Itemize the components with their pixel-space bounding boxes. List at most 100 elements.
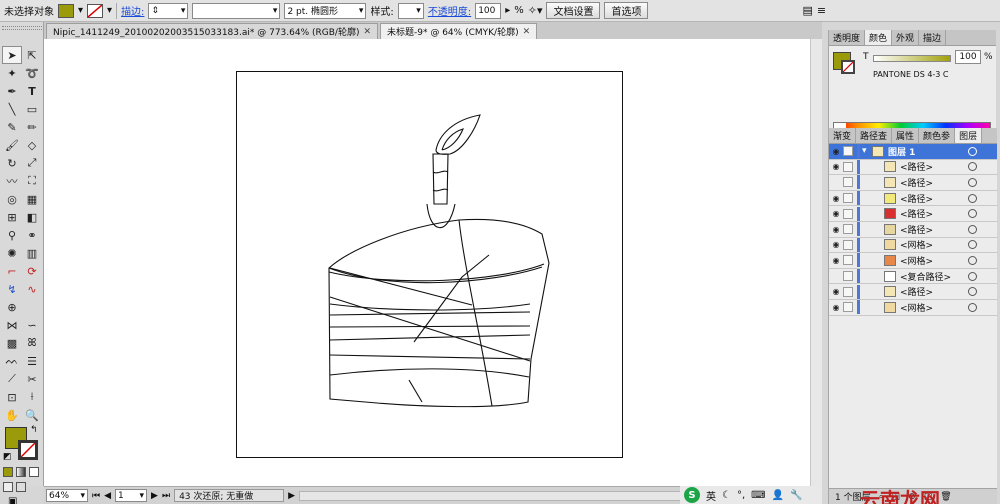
layer-item-name[interactable]: <网格> — [900, 254, 968, 267]
layer-item[interactable]: ◉ <路径> — [829, 191, 997, 207]
layer-item-name[interactable]: <网格> — [900, 301, 968, 314]
rectangle-tool-icon[interactable]: ▭ — [22, 100, 42, 118]
eye-icon[interactable]: ◉ — [829, 256, 843, 265]
zoom-tool-icon[interactable]: 🔍 — [22, 406, 42, 424]
pen-tool-icon[interactable]: ✒ — [2, 82, 22, 100]
layer-item[interactable]: <复合路径> — [829, 269, 997, 285]
draw-normal-icon[interactable] — [3, 482, 13, 492]
opacity-input[interactable]: 100 — [475, 2, 502, 19]
layer-item[interactable]: ◉ <网格> — [829, 237, 997, 254]
chevron-down-icon[interactable]: ▾ — [78, 5, 83, 16]
cake-drawing[interactable] — [237, 72, 622, 457]
layer-item[interactable]: ◉ <路径> — [829, 206, 997, 222]
lock-toggle[interactable] — [843, 255, 853, 266]
tint-slider[interactable] — [873, 55, 951, 62]
target-icon[interactable] — [968, 224, 977, 234]
chevron-down-icon[interactable]: ▾ — [107, 5, 112, 16]
tab-appearance[interactable]: 外观 — [892, 30, 920, 45]
knife-tool-icon[interactable]: ⟋ — [2, 370, 22, 388]
blob-brush-tool-icon[interactable]: 🖌 — [2, 136, 22, 154]
status-menu-icon[interactable]: ▶ — [288, 491, 295, 501]
scale-tool-icon[interactable]: ⤢ — [22, 154, 42, 172]
layer-item-name[interactable]: <路径> — [900, 192, 968, 205]
width-tool-icon[interactable]: ↯ — [2, 280, 22, 298]
eye-icon[interactable]: ◉ — [829, 147, 843, 156]
gradient-mode-icon[interactable] — [16, 467, 26, 477]
swap-arrows-icon[interactable]: ↰ — [30, 425, 38, 435]
tab-attributes[interactable]: 属性 — [892, 128, 920, 143]
toolbox-grip[interactable] — [2, 26, 42, 30]
shape-builder-tool-icon[interactable]: ◎ — [2, 190, 22, 208]
lock-toggle[interactable] — [843, 146, 853, 157]
tab-document-2[interactable]: 未标题-9* @ 64% (CMYK/轮廓) ✕ — [380, 23, 538, 39]
close-icon[interactable]: ✕ — [363, 27, 371, 37]
twirl-tool-icon[interactable]: ꕤ — [22, 334, 42, 352]
line-tool-icon[interactable]: ╲ — [2, 100, 22, 118]
tab-gradient[interactable]: 渐变 — [829, 128, 857, 143]
tab-document-1[interactable]: Nipic_1411249_20100202003515033183.ai* @… — [46, 23, 379, 39]
layer-item[interactable]: ◉ <路径> — [829, 159, 997, 176]
layer-item[interactable]: ◉ <路径> — [829, 222, 997, 238]
lock-toggle[interactable] — [843, 239, 853, 250]
arrange-icon[interactable]: ▤ — [802, 4, 812, 17]
target-icon[interactable] — [968, 302, 977, 312]
tint-input[interactable]: 100 — [955, 50, 981, 64]
column-graph-tool-icon[interactable]: ▥ — [22, 244, 42, 262]
tab-transparency[interactable]: 透明度 — [829, 30, 866, 45]
target-icon[interactable] — [968, 146, 977, 156]
fill-swatch[interactable] — [58, 3, 74, 18]
reshape-tool-icon[interactable]: ∿ — [22, 280, 42, 298]
target-icon[interactable] — [968, 240, 977, 250]
target-icon[interactable] — [968, 287, 977, 297]
screen-mode-icon[interactable]: ▣ — [8, 496, 17, 504]
zigzag-tool-icon[interactable]: ᨓ — [2, 352, 22, 370]
chevron-down-icon[interactable]: ▾ — [862, 146, 872, 156]
grid-tool-icon[interactable]: ▩ — [2, 334, 22, 352]
default-colors-icon[interactable]: ◩ — [3, 452, 12, 462]
crosshair-tool-icon[interactable]: ⊕ — [2, 298, 22, 316]
type-tool-icon[interactable]: T — [22, 82, 42, 100]
gradient-tool-icon[interactable]: ◧ — [22, 208, 42, 226]
blend-tool-icon[interactable]: ⚭ — [22, 226, 42, 244]
paintbrush-tool-icon[interactable]: ✎ — [2, 118, 22, 136]
target-icon[interactable] — [968, 271, 977, 281]
document-setup-button[interactable]: 文档设置 — [546, 2, 601, 19]
artboard-tool-icon[interactable]: ⌐ — [2, 262, 22, 280]
tab-pathfinder[interactable]: 路径查 — [856, 128, 893, 143]
style-dropdown[interactable]: ▾ — [397, 2, 424, 19]
stroke-color-box[interactable] — [18, 440, 38, 460]
first-page-icon[interactable]: ⏮ — [92, 491, 100, 501]
tab-color[interactable]: 颜色 — [865, 30, 893, 45]
variable-width-dropdown[interactable]: ▾ — [192, 2, 281, 19]
warp-tool-icon[interactable]: 〰 — [2, 172, 22, 190]
eraser-tool-icon[interactable]: ◇ — [22, 136, 42, 154]
direct-selection-tool-icon[interactable]: ⇱ — [22, 46, 42, 64]
rotate-tool-icon[interactable]: ↻ — [2, 154, 22, 172]
mesh-tool-icon[interactable]: ⊞ — [2, 208, 22, 226]
artboard[interactable] — [236, 71, 623, 458]
eye-icon[interactable]: ◉ — [829, 194, 843, 203]
artboard-number-input[interactable]: 1 ▾ — [115, 489, 148, 502]
lock-toggle[interactable] — [843, 161, 853, 172]
panel-stroke-swatch[interactable] — [841, 60, 855, 74]
recolor-icon[interactable]: ✧▾ — [528, 4, 543, 17]
opacity-label[interactable]: 不透明度: — [428, 3, 471, 18]
moon-icon[interactable]: ☾ — [722, 490, 731, 501]
punctuation-icon[interactable]: °, — [737, 490, 745, 501]
eye-icon[interactable]: ◉ — [829, 162, 843, 171]
eyedropper-tool-icon[interactable]: ⚲ — [2, 226, 22, 244]
target-icon[interactable] — [968, 209, 977, 219]
lock-toggle[interactable] — [843, 302, 853, 313]
brush-definition-dropdown[interactable]: 2 pt. 椭圆形 ▾ — [284, 2, 367, 19]
user-icon[interactable]: 👤 — [772, 490, 784, 501]
layer-item-name[interactable]: <复合路径> — [900, 270, 968, 283]
chevron-right-icon[interactable]: ▸ — [505, 5, 510, 16]
preferences-button[interactable]: 首选项 — [604, 2, 649, 19]
magic-wand-tool-icon[interactable]: ✦ — [2, 64, 22, 82]
envelope-tool-icon[interactable]: ⋈ — [2, 316, 22, 334]
lock-toggle[interactable] — [843, 177, 853, 188]
selection-tool-icon[interactable]: ➤ — [2, 46, 22, 64]
draw-behind-icon[interactable] — [16, 482, 26, 492]
lasso-tool-icon[interactable]: ➰ — [22, 64, 42, 82]
tab-layers[interactable]: 图层 — [955, 128, 983, 143]
